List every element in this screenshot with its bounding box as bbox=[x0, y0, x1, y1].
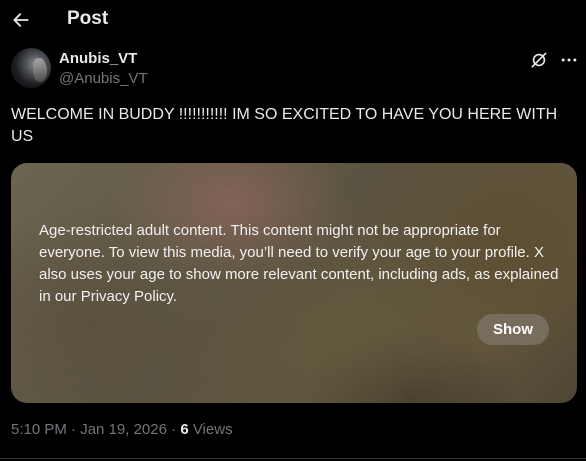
views-count: 6 bbox=[180, 421, 189, 438]
grok-icon bbox=[531, 52, 547, 68]
post-meta: 5:10 PM · Jan 19, 2026 · 6 Views bbox=[11, 421, 233, 438]
meta-separator: · bbox=[66, 421, 81, 438]
age-restricted-warning: Age-restricted adult content. This conte… bbox=[39, 222, 559, 305]
post-time[interactable]: 5:10 PM bbox=[11, 421, 67, 438]
avatar[interactable] bbox=[11, 48, 51, 88]
media-blurred[interactable]: Age-restricted adult content. This conte… bbox=[11, 163, 577, 403]
show-media-button[interactable]: Show bbox=[477, 314, 549, 345]
top-bar: Post bbox=[0, 0, 586, 40]
divider bbox=[0, 458, 586, 459]
post-text: WELCOME IN BUDDY !!!!!!!!!!! IM SO EXCIT… bbox=[11, 106, 558, 145]
author-handle[interactable]: @Anubis_VT bbox=[59, 70, 148, 87]
post-date[interactable]: Jan 19, 2026 bbox=[80, 421, 167, 438]
arrow-left-icon bbox=[13, 13, 29, 27]
views-label: Views bbox=[188, 421, 233, 438]
meta-separator: · bbox=[166, 421, 181, 438]
more-icon bbox=[561, 58, 577, 62]
grok-button[interactable] bbox=[527, 48, 551, 72]
back-button[interactable] bbox=[6, 5, 36, 35]
more-button[interactable] bbox=[557, 48, 581, 72]
page-title: Post bbox=[67, 8, 109, 29]
author-display-name[interactable]: Anubis_VT bbox=[59, 50, 137, 67]
